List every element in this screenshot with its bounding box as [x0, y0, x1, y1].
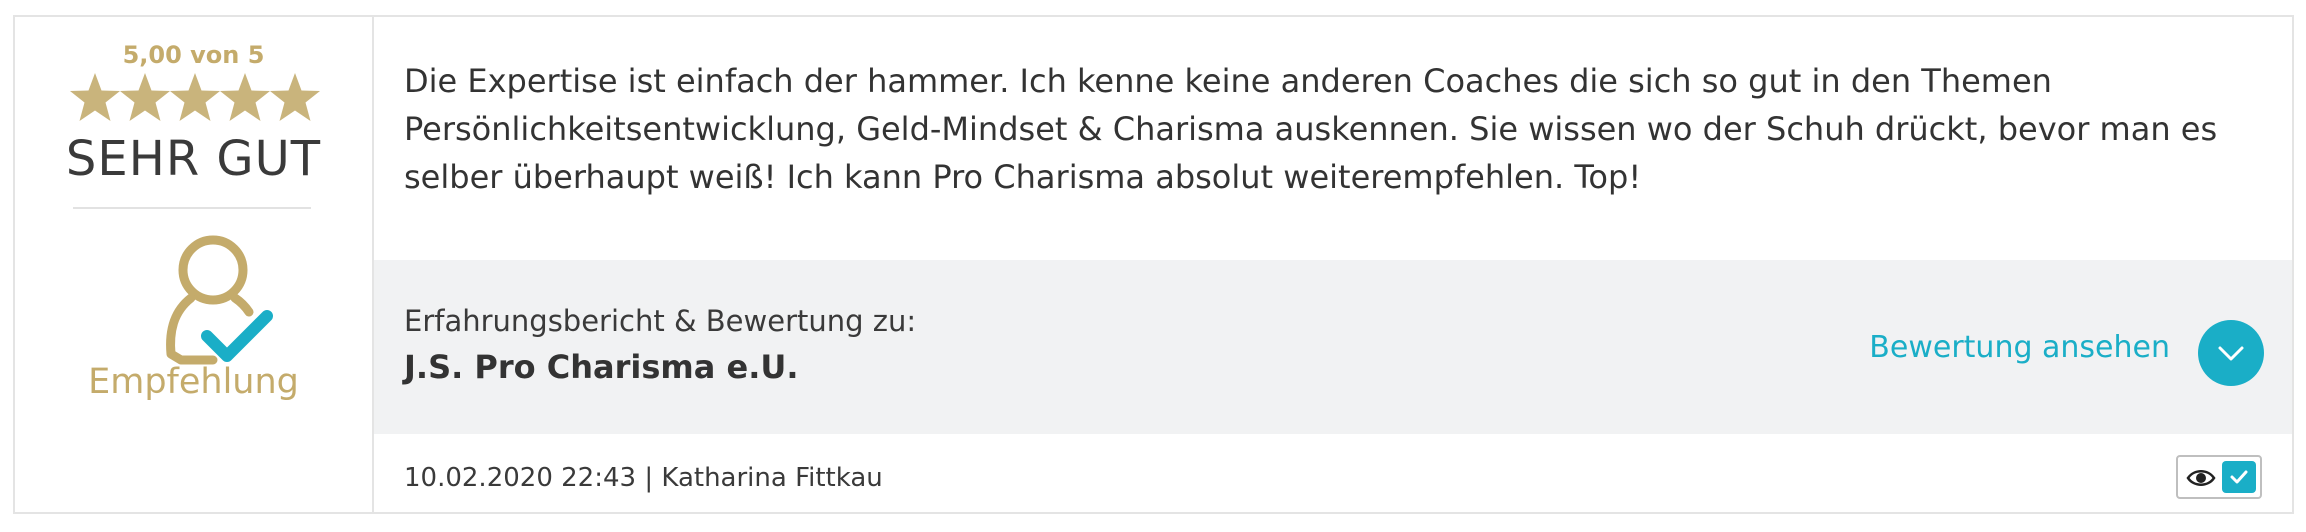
review-text: Die Expertise ist einfach der hammer. Ic… [404, 62, 2218, 196]
review-meta: 10.02.2020 22:43 | Katharina Fittkau [404, 463, 883, 493]
reference-caption: Erfahrungsbericht & Bewertung zu: [404, 304, 917, 338]
star-icon [270, 73, 320, 121]
recommendation-label: Empfehlung [88, 362, 299, 402]
reference-band: Erfahrungsbericht & Bewertung zu: J.S. P… [374, 260, 2292, 434]
view-review-link[interactable]: Bewertung ansehen [1869, 330, 2170, 365]
star-icon [220, 73, 270, 121]
rating-panel: 5,00 von 5 SEHR GUT Empfehlung [15, 17, 374, 512]
star-icon [70, 73, 120, 121]
review-content: Die Expertise ist einfach der hammer. Ic… [374, 17, 2292, 512]
check-icon [2230, 470, 2248, 484]
eye-icon [2186, 470, 2216, 486]
divider [73, 207, 311, 209]
company-name[interactable]: J.S. Pro Charisma e.U. [404, 348, 799, 386]
star-icon [170, 73, 220, 121]
chevron-down-icon [2218, 346, 2244, 361]
user-check-icon [166, 235, 273, 365]
review-card: 5,00 von 5 SEHR GUT Empfehlung Die Exper… [13, 15, 2294, 514]
verified-check [2222, 461, 2256, 493]
star-rating [70, 73, 320, 121]
rating-score: 5,00 von 5 [122, 41, 265, 69]
star-icon [120, 73, 170, 121]
verified-badge[interactable] [2176, 455, 2262, 499]
expand-review-button[interactable] [2198, 320, 2264, 386]
rating-label: SEHR GUT [65, 131, 322, 187]
